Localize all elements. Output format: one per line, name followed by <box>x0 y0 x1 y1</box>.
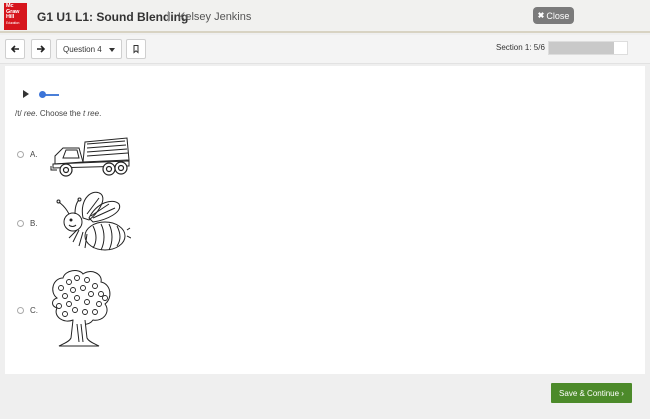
dump-truck-image <box>50 137 130 177</box>
option-b-radio[interactable] <box>17 220 24 227</box>
bookmark-button[interactable] <box>126 39 146 59</box>
close-icon: ✖ <box>537 11 545 20</box>
question-select-value: Question 4 <box>63 44 102 54</box>
question-select[interactable]: Question 4 <box>56 39 122 59</box>
option-c-radio[interactable] <box>17 307 24 314</box>
prompt-text: ree <box>23 109 36 118</box>
bookmark-icon <box>133 45 139 54</box>
option-b[interactable]: B. <box>17 219 38 228</box>
mcgraw-hill-logo: Mc Graw Hill Education <box>4 3 27 30</box>
footer-bar: Save & Continue › <box>0 374 650 419</box>
logo-line: Education <box>6 20 20 25</box>
audio-slider-knob[interactable] <box>39 91 46 98</box>
prompt-text: . <box>99 109 102 118</box>
save-continue-button[interactable]: Save & Continue › <box>551 383 632 403</box>
prompt-text: t ree <box>83 109 100 118</box>
progress-fill <box>549 42 614 54</box>
page-title: G1 U1 L1: Sound Blending <box>37 10 189 24</box>
close-label: Close <box>546 10 570 21</box>
option-a-radio[interactable] <box>17 151 24 158</box>
title-separator: | <box>167 10 170 22</box>
section-progress-bar <box>548 41 628 55</box>
question-prompt: /t/ ree. Choose the t ree. <box>15 109 101 118</box>
bee-image <box>56 191 131 251</box>
next-question-button[interactable] <box>31 39 51 59</box>
prompt-text: /t/ <box>15 109 24 118</box>
app-header: Mc Graw Hill Education G1 U1 L1: Sound B… <box>0 0 650 33</box>
option-c-label: C. <box>30 306 38 315</box>
option-a[interactable]: A. <box>17 150 38 159</box>
user-name: Kelsey Jenkins <box>178 11 252 23</box>
question-card: /t/ ree. Choose the t ree. A. B. C. <box>5 66 645 374</box>
option-a-label: A. <box>30 150 38 159</box>
close-button[interactable]: ✖ Close <box>533 7 574 24</box>
option-c[interactable]: C. <box>17 306 38 315</box>
option-b-label: B. <box>30 219 38 228</box>
tree-image <box>52 270 111 347</box>
arrow-right-icon <box>37 45 46 53</box>
audio-player <box>20 88 68 102</box>
play-icon[interactable] <box>23 90 29 98</box>
caret-down-icon <box>109 48 115 52</box>
previous-question-button[interactable] <box>5 39 25 59</box>
arrow-left-icon <box>10 45 19 53</box>
section-label: Section 1: 5/6 <box>496 43 545 52</box>
prompt-text: . Choose the <box>35 109 84 118</box>
